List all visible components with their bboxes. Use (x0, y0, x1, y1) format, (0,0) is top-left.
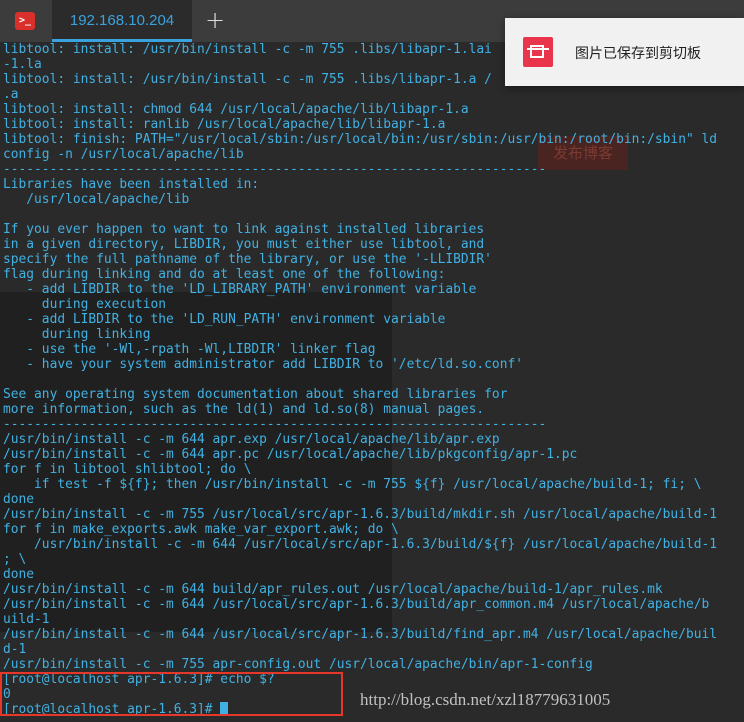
watermark: http://blog.csdn.net/xzl18779631005 (360, 690, 611, 709)
terminal-output[interactable]: 发布博客 libtool: install: /usr/bin/install … (0, 42, 744, 722)
toast-message: 图片已保存到剪切板 (575, 46, 701, 62)
terminal-line: in a given directory, LIBDIR, you must e… (3, 237, 485, 252)
terminal-line: /usr/local/apache/lib (3, 192, 190, 207)
terminal-line: uild-1 (3, 612, 50, 627)
terminal-line: - add LIBDIR to the 'LD_RUN_PATH' enviro… (3, 312, 446, 327)
terminal-line: /usr/bin/install -c -m 644 /usr/local/sr… (3, 627, 717, 642)
terminal-line: flag during linking and do at least one … (3, 267, 446, 282)
terminal-line: d-1 (3, 642, 27, 657)
terminal-line: /usr/bin/install -c -m 644 apr.pc /usr/l… (3, 447, 578, 462)
terminal-line: ----------------------------------------… (3, 162, 547, 177)
annotation-highlight-box (0, 672, 343, 716)
clipboard-toast: 图片已保存到剪切板 (505, 18, 744, 86)
terminal-line: If you ever happen to want to link again… (3, 222, 485, 237)
terminal-line: for f in make_exports.awk make_var_expor… (3, 522, 399, 537)
terminal-line: libtool: install: ranlib /usr/local/apac… (3, 117, 446, 132)
terminal-line: during execution (3, 297, 166, 312)
terminal-line: ----------------------------------------… (3, 417, 547, 432)
terminal-line: - use the '-Wl,-rpath -Wl,LIBDIR' linker… (3, 342, 376, 357)
terminal-line: Libraries have been installed in: (3, 177, 260, 192)
terminal-line: /usr/bin/install -c -m 644 /usr/local/sr… (3, 597, 710, 612)
terminal-line: ; \ (3, 552, 27, 567)
terminal-line: - add LIBDIR to the 'LD_LIBRARY_PATH' en… (3, 282, 477, 297)
crop-icon (523, 37, 553, 67)
terminal-line: done (3, 492, 35, 507)
terminal-line: /usr/bin/install -c -m 644 apr.exp /usr/… (3, 432, 500, 447)
terminal-line: - have your system administrator add LIB… (3, 357, 523, 372)
terminal-line: /usr/bin/install -c -m 644 /usr/local/sr… (3, 537, 717, 552)
terminal-line: during linking (3, 327, 151, 342)
terminal-line: more information, such as the ld(1) and … (3, 402, 485, 417)
tab-session[interactable]: 192.168.10.204 (52, 0, 192, 42)
terminal-line: /usr/bin/install -c -m 755 apr-config.ou… (3, 657, 593, 672)
new-tab-plus-icon[interactable]: + (200, 5, 230, 35)
terminal-lines: libtool: install: /usr/bin/install -c -m… (3, 42, 743, 717)
terminal-line: config -n /usr/local/apache/lib (3, 147, 244, 162)
terminal-line: if test -f ${f}; then /usr/bin/install -… (3, 477, 702, 492)
terminal-app-icon[interactable]: >_ (15, 12, 35, 30)
terminal-line: .a (3, 87, 19, 102)
terminal-line: /usr/bin/install -c -m 644 build/apr_rul… (3, 582, 663, 597)
terminal-line: for f in libtool shlibtool; do \ (3, 462, 252, 477)
terminal-line: See any operating system documentation a… (3, 387, 508, 402)
terminal-line: /usr/bin/install -c -m 755 /usr/local/sr… (3, 507, 717, 522)
terminal-line: specify the full pathname of the library… (3, 252, 492, 267)
terminal-line: done (3, 567, 35, 582)
terminal-line: libtool: finish: PATH="/usr/local/sbin:/… (3, 132, 717, 147)
terminal-line: libtool: install: chmod 644 /usr/local/a… (3, 102, 469, 117)
